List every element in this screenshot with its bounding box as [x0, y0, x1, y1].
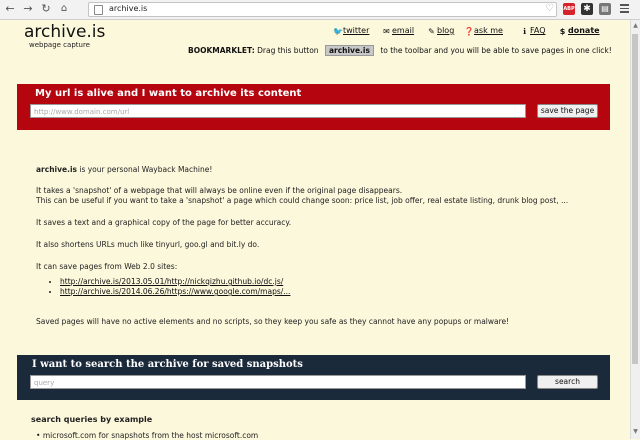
- twitter-icon: 🐦: [333, 27, 343, 36]
- back-button[interactable]: ←: [4, 3, 16, 15]
- blog-link[interactable]: ✎ blog: [427, 26, 454, 36]
- browser-toolbar: ← → ↻ ⌂ archive.is ♡ ABP ✱ ▤: [0, 0, 640, 20]
- search-panel-title: I want to search the archive for saved s…: [32, 359, 303, 370]
- page-icon: [94, 5, 103, 15]
- email-icon: ✉: [383, 27, 390, 36]
- faq-icon: ℹ: [522, 27, 527, 36]
- safety-text: Saved pages will have no active elements…: [36, 317, 510, 326]
- archive-url-panel: My url is alive and I want to archive it…: [17, 84, 610, 130]
- example-link[interactable]: http://archive.is/2014.06.26/https://www…: [60, 287, 290, 296]
- bookmarklet-pre-text: Drag this button: [257, 46, 319, 55]
- search-examples-title: search queries by example: [31, 415, 153, 424]
- email-link[interactable]: ✉ email: [382, 26, 414, 36]
- description-line-1: It takes a 'snapshot' of a webpage that …: [36, 186, 403, 195]
- scrollbar-thumb[interactable]: [632, 34, 638, 364]
- scroll-down-arrow-icon[interactable]: ▼: [631, 428, 640, 435]
- url-input[interactable]: http://www.domain.com/url: [30, 104, 526, 118]
- address-bar[interactable]: archive.is ♡: [88, 2, 557, 17]
- search-archive-panel: I want to search the archive for saved s…: [17, 355, 610, 400]
- example-links-list: http://archive.is/2013.05.01/http://nick…: [48, 277, 290, 297]
- list-item: http://archive.is/2014.06.26/https://www…: [60, 287, 290, 296]
- list-item: http://archive.is/2013.05.01/http://nick…: [60, 277, 290, 286]
- donate-icon: $: [559, 27, 566, 36]
- site-tagline: webpage capture: [29, 41, 90, 49]
- description-text-copy: It saves a text and a graphical copy of …: [36, 218, 292, 227]
- blog-icon: ✎: [428, 27, 435, 36]
- twitter-link[interactable]: 🐦twitter: [333, 26, 369, 36]
- description-web20: It can save pages from Web 2.0 sites:: [36, 262, 178, 271]
- home-icon[interactable]: ⌂: [58, 3, 70, 15]
- save-page-button[interactable]: save the page: [537, 104, 598, 118]
- browser-menu-icon[interactable]: [620, 4, 629, 15]
- bookmarklet-button[interactable]: archive.is: [324, 45, 374, 56]
- description-line-2: This can be useful if you want to take a…: [36, 196, 569, 205]
- scroll-up-arrow-icon[interactable]: ▲: [631, 22, 640, 29]
- example-link[interactable]: http://archive.is/2013.05.01/http://nick…: [60, 277, 283, 286]
- extension-puzzle-icon[interactable]: ✱: [581, 3, 593, 15]
- donate-link[interactable]: $ donate: [558, 26, 600, 36]
- ask-me-link[interactable]: ❓ask me: [464, 26, 503, 36]
- reload-button[interactable]: ↻: [40, 3, 52, 15]
- search-input[interactable]: query: [30, 375, 526, 389]
- site-logo[interactable]: archive.is: [24, 22, 105, 42]
- search-button[interactable]: search: [537, 375, 598, 389]
- intro-site-name: archive.is: [36, 165, 77, 174]
- adblock-extension-icon[interactable]: ABP: [563, 3, 575, 15]
- bookmarklet-post-text: to the toolbar and you will be able to s…: [380, 46, 612, 55]
- extension-icon[interactable]: ▤: [599, 3, 611, 15]
- bookmark-star-icon[interactable]: ♡: [545, 3, 554, 14]
- forward-button[interactable]: →: [22, 3, 34, 15]
- intro-text: archive.is is your personal Wayback Mach…: [36, 165, 213, 174]
- faq-link[interactable]: ℹ FAQ: [520, 26, 546, 36]
- address-bar-url: archive.is: [109, 4, 148, 13]
- ask-icon: ❓: [464, 27, 474, 36]
- bookmarklet-label: BOOKMARKLET:: [188, 46, 255, 55]
- description-shorten: It also shortens URLs much like tinyurl,…: [36, 240, 260, 249]
- archive-panel-title: My url is alive and I want to archive it…: [35, 88, 302, 99]
- page-scrollbar[interactable]: ▲ ▼: [630, 20, 640, 439]
- bookmarklet-bar: BOOKMARKLET: Drag this button archive.is…: [188, 45, 612, 56]
